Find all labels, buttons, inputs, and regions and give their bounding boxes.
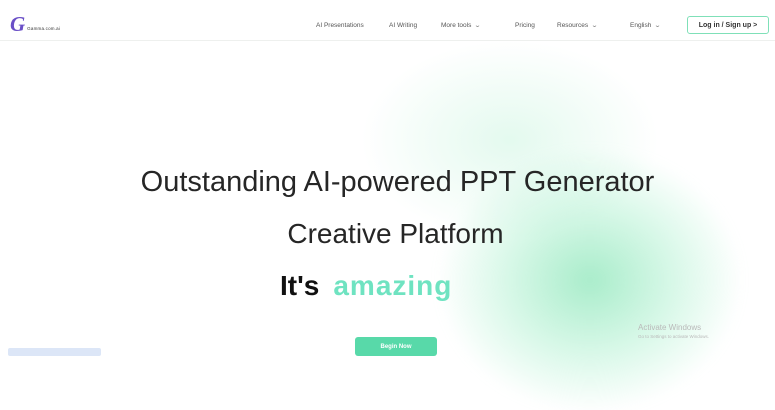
begin-now-button[interactable]: Begin Now (355, 337, 437, 356)
hero-tagline: It's amazing (280, 270, 452, 302)
language-selector[interactable]: English ⌄ (630, 22, 662, 29)
nav-item-label: Pricing (515, 22, 535, 29)
watermark-subtitle: Go to Settings to activate Windows. (638, 334, 710, 339)
hero-subheadline: Creative Platform (287, 218, 504, 249)
nav-item-label: More tools (441, 22, 472, 29)
nav-item-ai-presentations[interactable]: AI Presentations (316, 22, 364, 29)
watermark-title: Activate Windows (638, 323, 702, 332)
nav-item-more-tools[interactable]: More tools ⌄ (441, 22, 482, 29)
hero-headline: Outstanding AI-powered PPT Generator (140, 166, 655, 198)
nav-item-label: AI Presentations (316, 22, 364, 29)
chevron-down-icon: ⌄ (591, 23, 599, 29)
nav-item-label: Resources (557, 22, 589, 29)
windows-activation-watermark: Activate Windows Go to Settings to activ… (638, 323, 709, 339)
logo[interactable]: G Gamma.com.ai (10, 12, 61, 36)
logo-mark: G (10, 12, 26, 36)
chevron-down-icon: ⌄ (654, 23, 662, 29)
nav-item-resources[interactable]: Resources ⌄ (557, 22, 599, 29)
bottom-left-tab (8, 348, 101, 356)
nav-item-pricing[interactable]: Pricing (515, 22, 535, 29)
top-navigation-bar: G Gamma.com.ai AI Presentations AI Writi… (0, 10, 775, 41)
tagline-highlight: amazing (333, 270, 453, 301)
nav-item-label: AI Writing (389, 22, 418, 29)
tagline-prefix: It's (280, 270, 320, 301)
chevron-down-icon: ⌄ (474, 23, 482, 29)
nav-item-ai-writing[interactable]: AI Writing (389, 22, 417, 29)
logo-text: Gamma.com.ai (27, 26, 61, 31)
nav-item-label: English (630, 22, 652, 29)
login-signup-button[interactable]: Log in / Sign up > (687, 16, 769, 34)
